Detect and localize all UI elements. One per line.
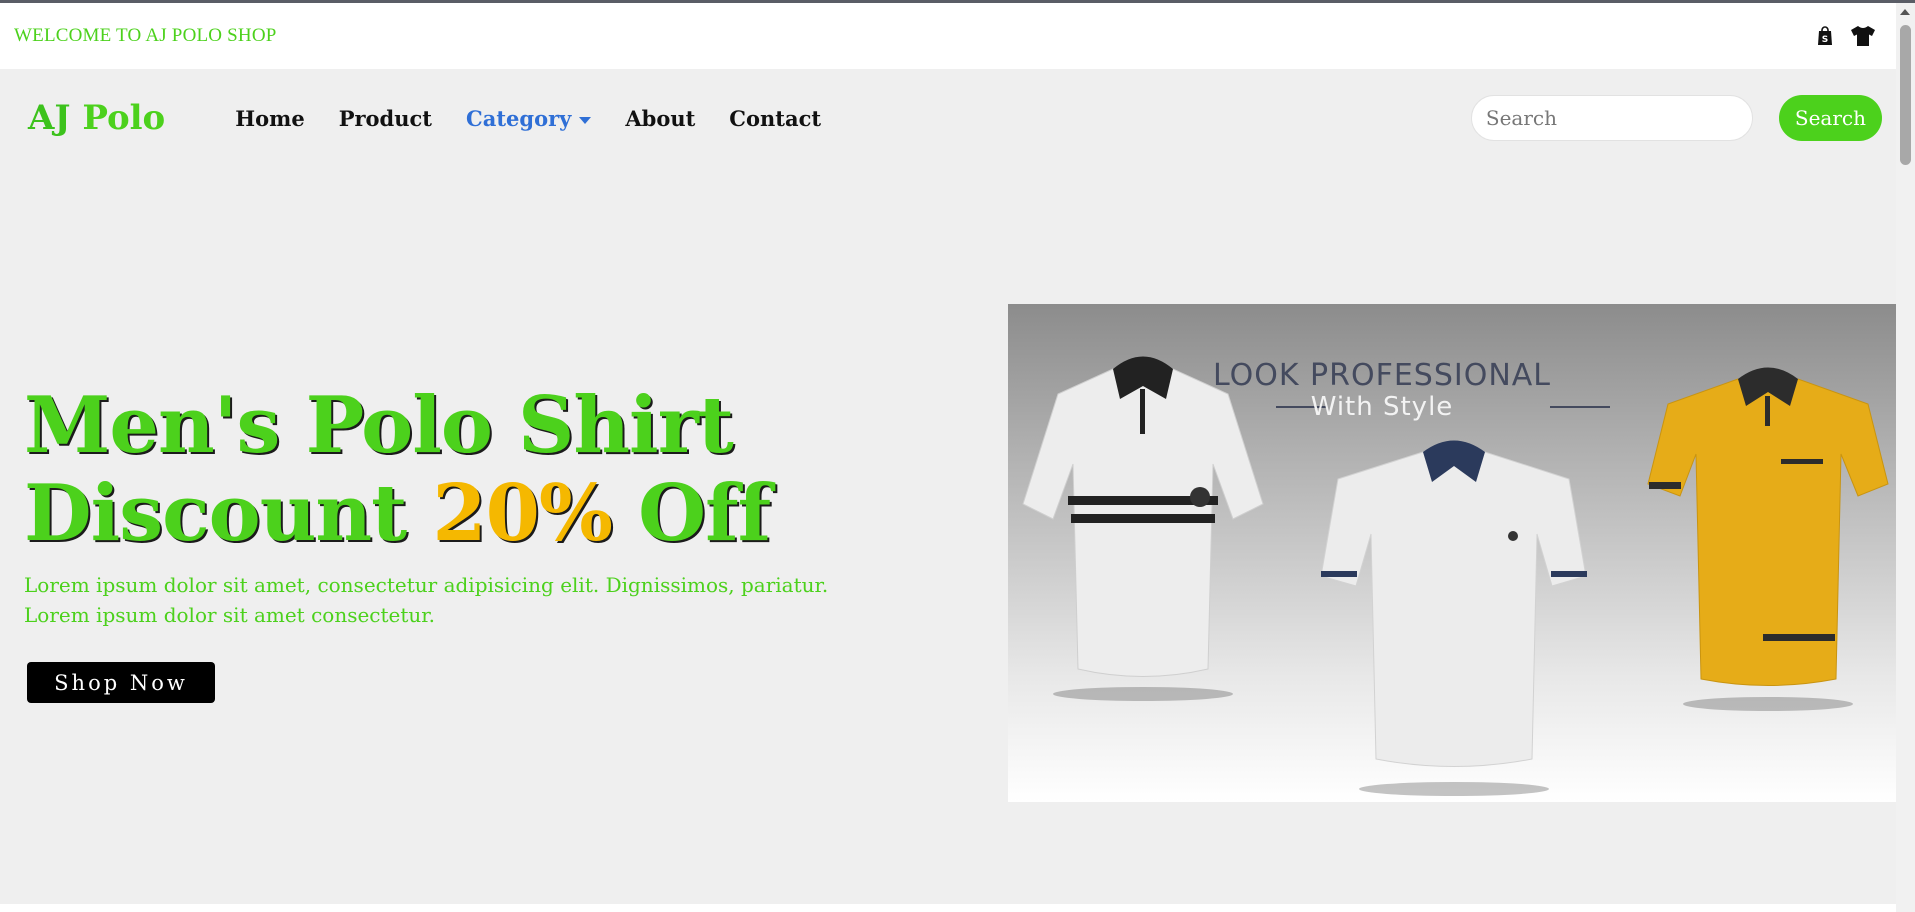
discount-percent: 20%: [432, 468, 613, 559]
hero-product-image: LOOK PROFESSIONAL With Style: [1008, 304, 1896, 802]
search-form: Search: [1470, 95, 1882, 141]
top-announcement-bar: WELCOME TO AJ POLO SHOP S: [0, 3, 1896, 69]
hero-headline: Men's Polo Shirt Discount 20% Off: [24, 382, 844, 558]
nav-link-category-label: Category: [466, 105, 572, 131]
headline-line-2-prefix: Discount: [24, 468, 433, 559]
shopping-bag-icon[interactable]: S: [1816, 26, 1834, 46]
search-input[interactable]: [1470, 95, 1753, 141]
polo-shirts-illustration: [1022, 356, 1889, 796]
chevron-down-icon: [579, 116, 592, 124]
brand-aj: AJ: [28, 98, 71, 138]
main-navbar: AJ Polo Home Product Category About Cont…: [0, 69, 1896, 167]
brand-polo: Polo: [82, 98, 166, 138]
nav-link-home[interactable]: Home: [235, 106, 304, 131]
hero-description-line-1: Lorem ipsum dolor sit amet, consectetur …: [24, 573, 829, 597]
tshirt-icon[interactable]: [1850, 25, 1876, 47]
hero-section: Men's Polo Shirt Discount 20% Off Lorem …: [0, 167, 1896, 904]
headline-line-1: Men's Polo Shirt: [24, 380, 734, 471]
hero-description: Lorem ipsum dolor sit amet, consectetur …: [24, 570, 844, 630]
headline-line-2-suffix: Off: [611, 468, 771, 559]
brand-logo[interactable]: AJ Polo: [28, 98, 165, 138]
page-bottom-strip: [0, 904, 1896, 912]
welcome-text: WELCOME TO AJ POLO SHOP: [14, 25, 277, 46]
hero-description-line-2: Lorem ipsum dolor sit amet consectetur.: [24, 603, 436, 627]
nav-links: Home Product Category About Contact: [235, 106, 821, 131]
vertical-scrollbar[interactable]: [1896, 3, 1915, 912]
svg-text:S: S: [1822, 35, 1828, 45]
shop-now-button[interactable]: Shop Now: [27, 662, 215, 703]
search-button[interactable]: Search: [1778, 95, 1882, 141]
scrollbar-thumb[interactable]: [1900, 25, 1911, 165]
nav-link-contact[interactable]: Contact: [729, 106, 821, 131]
nav-link-about[interactable]: About: [625, 106, 695, 131]
nav-dropdown-category[interactable]: Category: [466, 105, 592, 131]
top-icons: S: [1816, 25, 1882, 47]
nav-link-product[interactable]: Product: [339, 106, 432, 131]
hero-text-block: Men's Polo Shirt Discount 20% Off Lorem …: [24, 382, 844, 703]
scroll-up-arrow-icon[interactable]: [1900, 9, 1910, 15]
